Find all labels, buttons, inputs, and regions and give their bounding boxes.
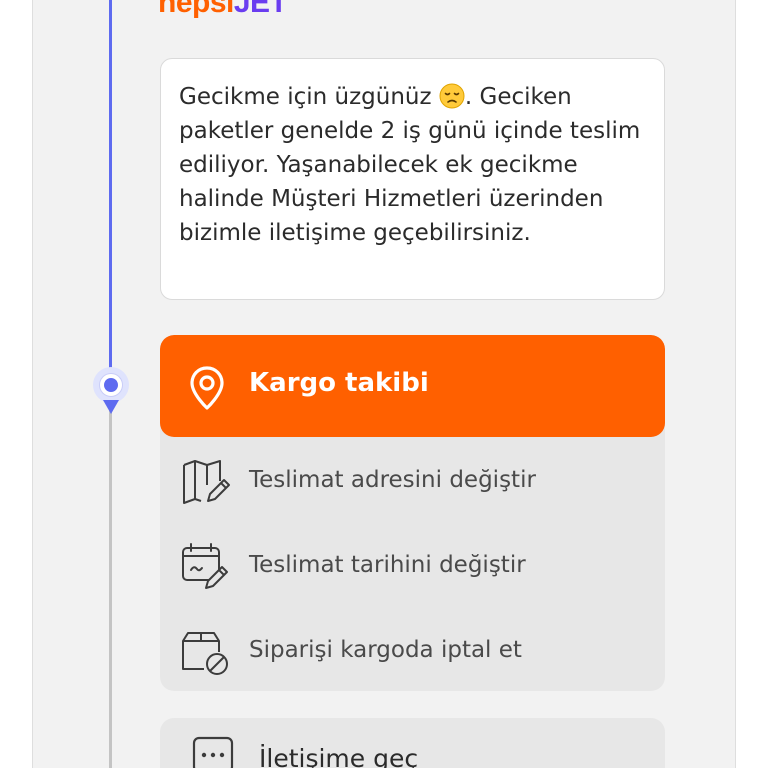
cargo-tracking-title: Kargo takibi — [249, 368, 429, 398]
cancel-order-in-cargo-option[interactable]: Siparişi kargoda iptal et — [160, 615, 665, 685]
chat-bubble-icon — [192, 736, 234, 768]
cargo-tracking-header[interactable]: Kargo takibi — [160, 335, 665, 437]
contact-us-button[interactable]: İletişime geç — [160, 718, 665, 768]
cargo-tracking-card: Kargo takibi Teslimat adresini değiştir … — [160, 335, 665, 691]
change-delivery-address-label: Teslimat adresini değiştir — [249, 467, 536, 493]
timeline-line-active — [109, 0, 112, 372]
calendar-edit-icon — [182, 543, 228, 589]
timeline-dot-pointer — [103, 400, 119, 414]
map-edit-icon — [183, 460, 230, 504]
package-cancel-icon — [182, 632, 228, 675]
logo-jet: JET — [233, 0, 288, 19]
change-delivery-date-label: Teslimat tarihini değiştir — [249, 552, 526, 578]
change-delivery-date-option[interactable]: Teslimat tarihini değiştir — [160, 530, 665, 600]
cancel-order-in-cargo-label: Siparişi kargoda iptal et — [249, 637, 522, 663]
timeline-line-inactive — [109, 405, 112, 768]
logo-hepsi: hepsi — [158, 0, 234, 19]
chat-message-bubble: Gecikme için üzgünüz . Geciken paketler … — [160, 58, 665, 300]
location-pin-icon — [190, 366, 224, 410]
disappointed-face-icon — [439, 83, 465, 109]
change-delivery-address-option[interactable]: Teslimat adresini değiştir — [160, 445, 665, 515]
hepsijet-logo: hepsiJET — [158, 0, 288, 20]
message-text-start: Gecikme için üzgünüz — [179, 84, 439, 110]
timeline-current-dot — [100, 374, 122, 396]
contact-us-label: İletişime geç — [259, 744, 419, 768]
